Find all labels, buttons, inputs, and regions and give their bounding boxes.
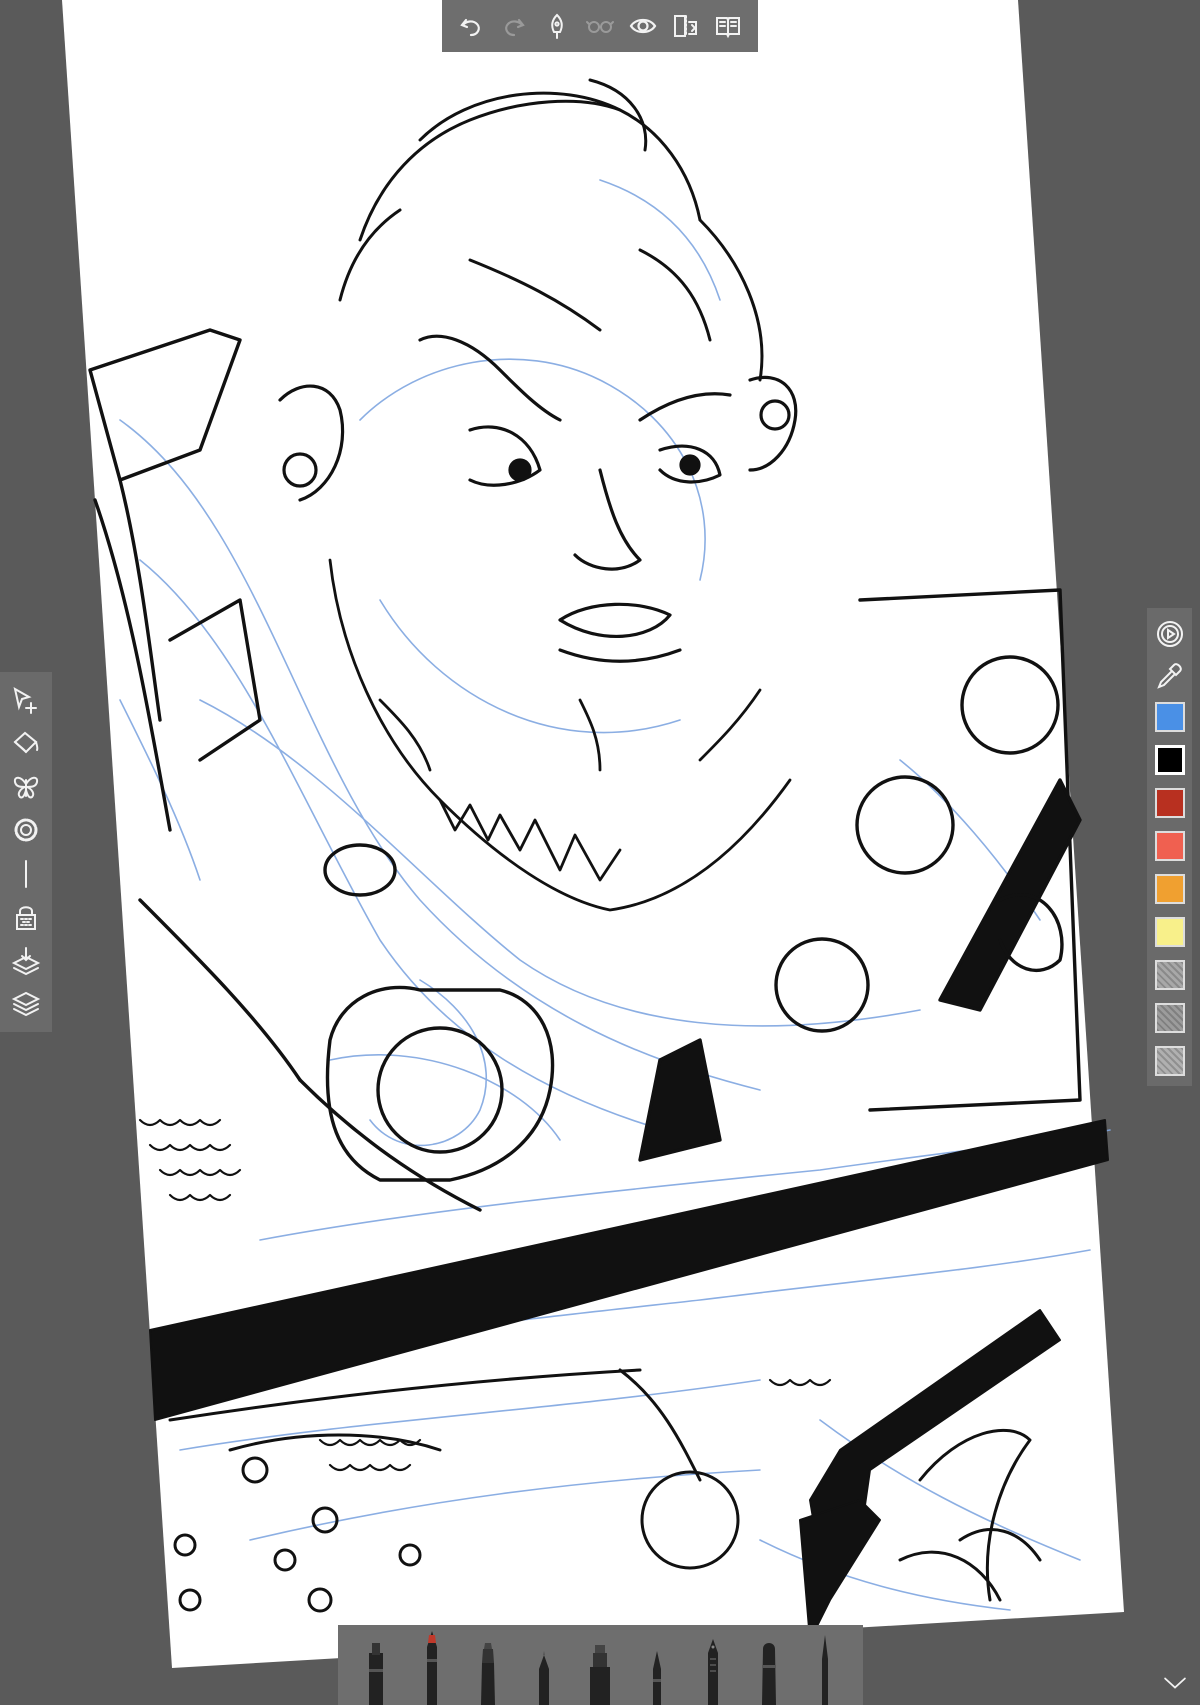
color-wheel-icon[interactable] (1154, 618, 1186, 649)
brush-bar (338, 1625, 863, 1705)
ink-pen-brush[interactable] (412, 1629, 452, 1705)
swatch-list (1154, 702, 1185, 1076)
drawing-canvas[interactable] (0, 0, 1200, 1705)
book-icon[interactable] (713, 11, 743, 41)
color-palette-toolbar (1147, 608, 1192, 1086)
left-toolbar (0, 672, 52, 1032)
swatch-grey-texture-2[interactable] (1154, 1003, 1185, 1033)
swatch-dark-red[interactable] (1154, 788, 1185, 818)
lock-icon[interactable] (9, 900, 43, 934)
layers-icon[interactable] (9, 987, 43, 1021)
swatch-grey-texture[interactable] (1154, 960, 1185, 990)
guide-ring-icon[interactable] (9, 813, 43, 847)
fountain-pen-brush[interactable] (693, 1629, 733, 1705)
merge-layer-icon[interactable] (9, 944, 43, 978)
redo-icon[interactable] (499, 11, 529, 41)
transform-select-icon[interactable] (9, 683, 43, 717)
undo-icon[interactable] (456, 11, 486, 41)
top-toolbar (442, 0, 758, 52)
symmetry-butterfly-icon[interactable] (9, 770, 43, 804)
paper-sheet (62, 0, 1124, 1668)
swatch-orange[interactable] (1154, 874, 1185, 904)
flat-brush[interactable] (468, 1629, 508, 1705)
swatch-blue[interactable] (1154, 702, 1185, 732)
swatch-yellow[interactable] (1154, 917, 1185, 947)
round-marker-brush[interactable] (749, 1629, 789, 1705)
glasses-icon[interactable] (585, 11, 615, 41)
ruler-line-icon[interactable] (9, 857, 43, 891)
flip-icon[interactable] (671, 11, 701, 41)
swatch-scribble-texture[interactable] (1154, 1046, 1185, 1076)
pencil-brush[interactable] (524, 1629, 564, 1705)
eyedropper-icon[interactable] (1154, 660, 1186, 691)
eye-icon[interactable] (628, 11, 658, 41)
chevron-down-icon[interactable] (1158, 1668, 1192, 1698)
swatch-black[interactable] (1154, 745, 1185, 775)
swatch-coral[interactable] (1154, 831, 1185, 861)
fill-bucket-icon[interactable] (9, 726, 43, 760)
chisel-marker-brush[interactable] (580, 1629, 620, 1705)
fineliner-brush[interactable] (637, 1629, 677, 1705)
technical-pen-brush[interactable] (805, 1629, 845, 1705)
pen-nib-icon[interactable] (542, 11, 572, 41)
marker-brush[interactable] (356, 1629, 396, 1705)
